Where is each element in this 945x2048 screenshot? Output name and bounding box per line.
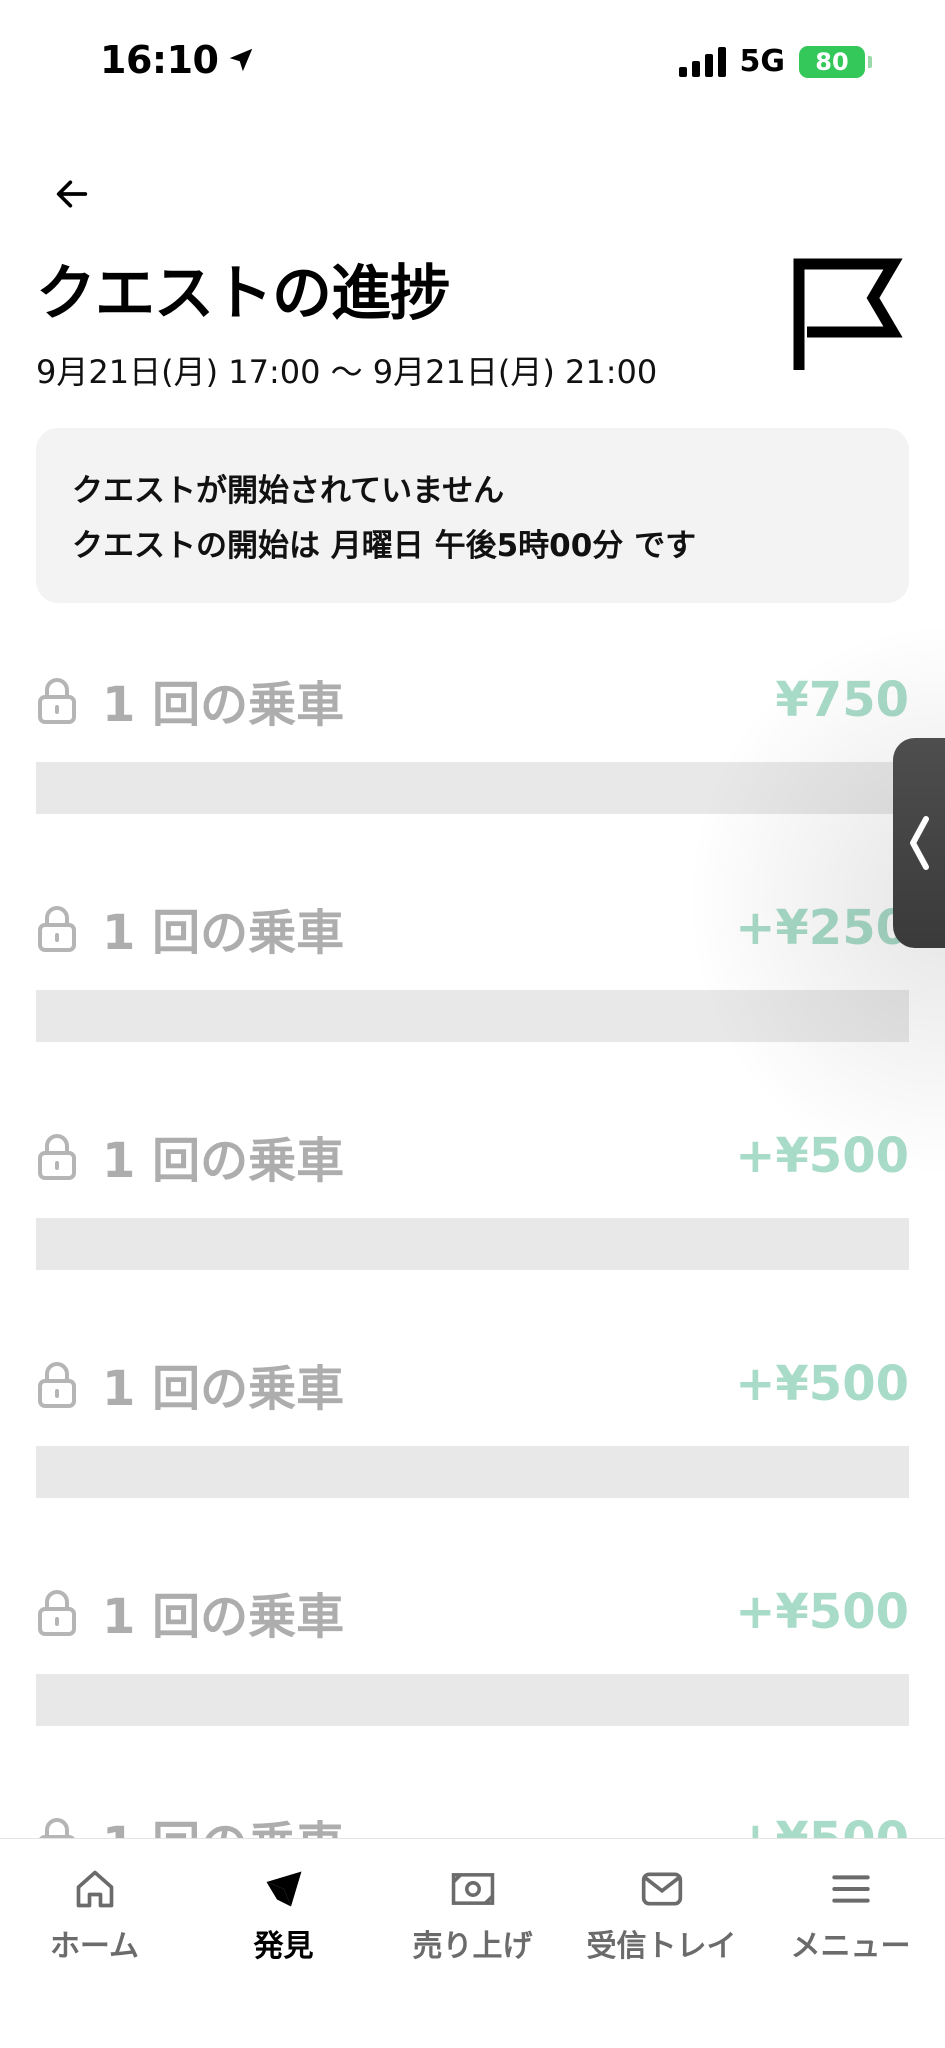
side-drawer-handle[interactable]: [893, 738, 945, 948]
quest-item: 1 回の乗車 +¥500: [36, 1324, 909, 1552]
quest-reward: +¥250: [735, 900, 909, 956]
quest-list: 1 回の乗車 ¥750 1 回の乗車 +¥250 1 回の乗車 +¥500 1 …: [0, 640, 945, 1954]
network-type: 5G: [739, 44, 786, 79]
quest-item: 1 回の乗車 +¥500: [36, 1096, 909, 1324]
compass-icon: [258, 1863, 310, 1915]
quest-progress-bar: [36, 1218, 909, 1270]
quest-label: 1 回の乗車: [102, 1133, 345, 1189]
status-bar: 16:10 5G 80: [0, 0, 945, 130]
quest-label: 1 回の乗車: [102, 1361, 345, 1417]
tab-label: 発見: [253, 1929, 314, 1964]
tab-label: ホーム: [49, 1929, 140, 1964]
lock-icon: [38, 906, 76, 952]
quest-progress-bar: [36, 762, 909, 814]
quest-reward: +¥500: [735, 1584, 909, 1640]
quest-item: 1 回の乗車 +¥250: [36, 868, 909, 1096]
signal-icon: [678, 46, 726, 77]
quest-progress-bar: [36, 990, 909, 1042]
quest-date-range: 9月21日(月) 17:00 〜 9月21日(月) 21:00: [36, 353, 658, 391]
quest-progress-bar: [36, 1674, 909, 1726]
quest-reward: +¥500: [735, 1356, 909, 1412]
notice-line-2: クエストの開始は 月曜日 午後5時00分 です: [72, 528, 697, 564]
quest-item: 1 回の乗車 +¥500: [36, 1552, 909, 1780]
tab-label: 売り上げ: [412, 1929, 533, 1964]
quest-item: 1 回の乗車 ¥750: [36, 640, 909, 868]
arrow-left-icon: [56, 180, 88, 208]
tab-earnings[interactable]: 売り上げ: [378, 1839, 567, 2048]
tab-label: 受信トレイ: [586, 1929, 737, 1964]
notice-line-1: クエストが開始されていません: [72, 473, 505, 509]
page-title: クエストの進捗: [36, 259, 450, 329]
mail-icon: [636, 1863, 688, 1915]
flag-icon: [793, 258, 903, 370]
lock-icon: [38, 1590, 76, 1636]
money-icon: [447, 1863, 499, 1915]
menu-icon: [825, 1863, 877, 1915]
quest-not-started-notice: クエストが開始されていません クエストの開始は 月曜日 午後5時00分 です: [36, 428, 909, 603]
quest-progress-bar: [36, 1446, 909, 1498]
battery-icon: 80: [799, 45, 872, 78]
home-icon: [69, 1863, 121, 1915]
screen: 16:10 5G 80 クエストの進捗 9月21日(月) 17:00 〜 9月2…: [0, 0, 945, 2048]
tab-label: メニュー: [790, 1929, 911, 1964]
lock-icon: [38, 1134, 76, 1180]
bottom-tab-bar: ホーム 発見 売り上げ 受信トレイ メニュー: [0, 1838, 945, 2048]
back-button[interactable]: [48, 170, 96, 218]
status-time: 16:10: [100, 38, 256, 82]
status-indicators: 5G 80: [678, 44, 872, 79]
quest-reward: +¥500: [735, 1128, 909, 1184]
lock-icon: [38, 1362, 76, 1408]
status-time-text: 16:10: [100, 38, 219, 82]
quest-label: 1 回の乗車: [102, 1589, 345, 1645]
quest-label: 1 回の乗車: [102, 905, 345, 961]
lock-icon: [38, 678, 76, 724]
quest-label: 1 回の乗車: [102, 677, 345, 733]
chevron-left-icon: [910, 816, 929, 870]
tab-inbox[interactable]: 受信トレイ: [567, 1839, 756, 2048]
tab-home[interactable]: ホーム: [0, 1839, 189, 2048]
quest-reward: ¥750: [775, 672, 909, 728]
battery-level: 80: [815, 47, 849, 76]
tab-menu[interactable]: メニュー: [756, 1839, 945, 2048]
location-arrow-icon: [230, 48, 253, 72]
tab-discover[interactable]: 発見: [189, 1839, 378, 2048]
